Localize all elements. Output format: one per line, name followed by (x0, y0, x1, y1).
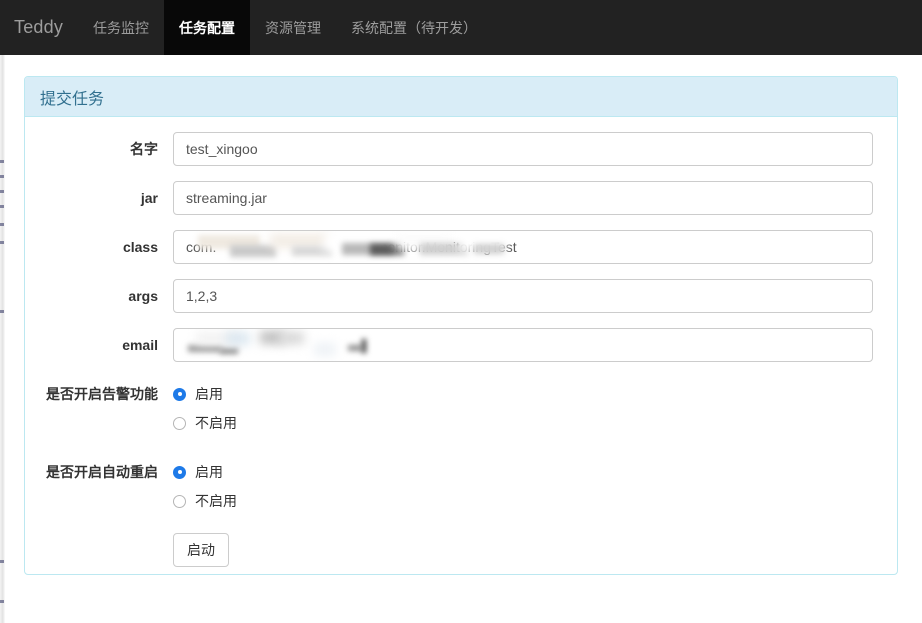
radio-selected-icon (173, 387, 186, 401)
nav-item-resource-mgmt[interactable]: 资源管理 (250, 0, 336, 55)
nav-item-system-config[interactable]: 系统配置（待开发） (336, 0, 492, 55)
radio-alert-enable-no[interactable]: 不启用 (173, 411, 873, 435)
radio-selected-icon (173, 465, 186, 479)
field-wrap-name (173, 132, 885, 166)
radio-auto-restart-yes[interactable]: 启用 (173, 460, 873, 484)
form-row-submit: 启动 (25, 533, 885, 567)
field-wrap-email (173, 328, 885, 362)
start-button[interactable]: 启动 (173, 533, 229, 567)
label-email: email (122, 337, 158, 353)
nav-item-list: 任务监控 任务配置 资源管理 系统配置（待开发） (78, 0, 492, 55)
field-wrap-args (173, 279, 885, 313)
field-wrap-jar (173, 181, 885, 215)
radio-unselected-icon (173, 494, 186, 508)
radio-group-auto-restart: 启用 不启用 (173, 455, 885, 518)
label-args: args (128, 288, 158, 304)
form-row-auto-restart: 是否开启自动重启 启用 不启用 (25, 455, 885, 518)
radio-auto-restart-no-label: 不启用 (195, 493, 237, 509)
form-row-name: 名字 (25, 132, 885, 166)
field-wrap-class (173, 230, 885, 264)
args-input[interactable] (173, 279, 873, 313)
radio-alert-enable-yes[interactable]: 启用 (173, 382, 873, 406)
form-row-class: class (25, 230, 885, 264)
page-left-edge-sliver (0, 55, 5, 623)
panel-title: 提交任务 (40, 90, 105, 108)
nav-item-task-config[interactable]: 任务配置 (164, 0, 251, 55)
radio-auto-restart-no[interactable]: 不启用 (173, 489, 873, 513)
brand-logo-teddy[interactable]: Teddy (0, 0, 78, 55)
submit-task-panel: 提交任务 名字 jar class (24, 76, 898, 575)
label-alert-enable: 是否开启告警功能 (46, 386, 158, 402)
radio-alert-enable-yes-label: 启用 (195, 386, 223, 402)
panel-body: 名字 jar class (25, 117, 897, 574)
label-auto-restart: 是否开启自动重启 (46, 464, 158, 480)
radio-unselected-icon (173, 416, 186, 430)
radio-alert-enable-no-label: 不启用 (195, 415, 237, 431)
form-row-email: email (25, 328, 885, 362)
jar-input[interactable] (173, 181, 873, 215)
class-input[interactable] (173, 230, 873, 264)
panel-header: 提交任务 (25, 77, 897, 117)
label-jar: jar (140, 190, 158, 206)
label-class: class (122, 239, 158, 255)
email-input[interactable] (173, 328, 873, 362)
form-row-jar: jar (25, 181, 885, 215)
top-navigation-bar: Teddy 任务监控 任务配置 资源管理 系统配置（待开发） (0, 0, 922, 55)
radio-group-alert-enable: 启用 不启用 (173, 377, 885, 440)
label-name: 名字 (130, 141, 158, 157)
form-row-args: args (25, 279, 885, 313)
nav-item-task-monitor[interactable]: 任务监控 (78, 0, 164, 55)
name-input[interactable] (173, 132, 873, 166)
radio-auto-restart-yes-label: 启用 (195, 464, 223, 480)
submit-wrap: 启动 (173, 533, 885, 567)
form-row-alert-enable: 是否开启告警功能 启用 不启用 (25, 377, 885, 440)
